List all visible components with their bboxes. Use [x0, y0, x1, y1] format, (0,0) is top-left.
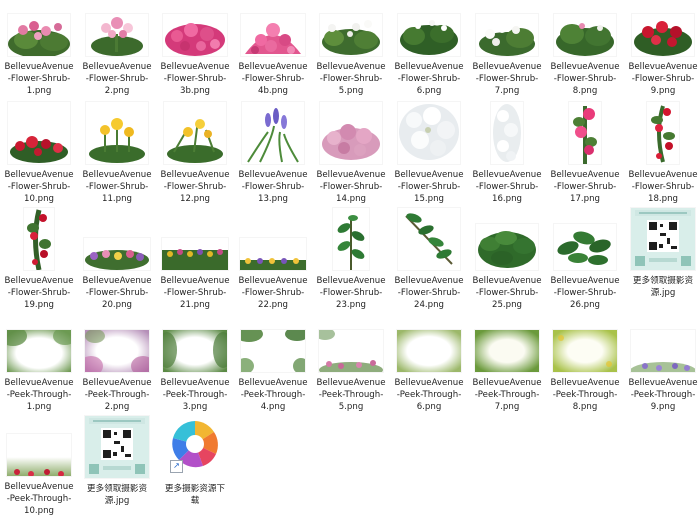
file-name: BellevueAvenue -Flower-Shrub- 19.png [4, 276, 74, 310]
file-name: BellevueAvenue -Peek-Through- 1.png [4, 378, 74, 412]
file-name: BellevueAvenue -Flower-Shrub- 14.png [316, 170, 386, 204]
peek-through-thumbnail [163, 330, 227, 372]
flower-shrub-thumbnail [632, 14, 694, 56]
peek-through-thumbnail [241, 330, 305, 372]
file-name: BellevueAvenue -Flower-Shrub- 26.png [550, 276, 620, 310]
file-name: BellevueAvenue -Flower-Shrub- 25.png [472, 276, 542, 310]
file-name: BellevueAvenue -Peek-Through- 7.png [472, 378, 542, 412]
flower-shrub-thumbnail [24, 208, 54, 270]
flower-shrub-thumbnail [647, 102, 679, 164]
flower-shrub-thumbnail [320, 102, 382, 164]
file-name: BellevueAvenue -Flower-Shrub- 23.png [316, 276, 386, 310]
peek-through-thumbnail [7, 330, 71, 372]
file-name: BellevueAvenue -Flower-Shrub- 17.png [550, 170, 620, 204]
file-name: BellevueAvenue -Flower-Shrub- 6.png [394, 62, 464, 96]
peek-through-thumbnail [553, 330, 617, 372]
file-name: BellevueAvenue -Flower-Shrub- 18.png [628, 170, 698, 204]
file-name: BellevueAvenue -Peek-Through- 5.png [316, 378, 386, 412]
file-name: BellevueAvenue -Flower-Shrub- 15.png [394, 170, 464, 204]
peek-through-thumbnail [631, 330, 695, 372]
file-name: BellevueAvenue -Flower-Shrub- 1.png [4, 62, 74, 96]
flower-shrub-thumbnail [162, 238, 228, 270]
file-explorer-view: BellevueAvenue -Flower-Shrub- 1.png Bell… [0, 0, 700, 520]
flower-shrub-thumbnail [398, 208, 460, 270]
flower-shrub-thumbnail [320, 14, 382, 56]
file-name: BellevueAvenue -Flower-Shrub- 2.png [82, 62, 152, 96]
flower-shrub-thumbnail [476, 14, 538, 56]
file-name: BellevueAvenue -Flower-Shrub- 4b.png [238, 62, 308, 96]
file-name: BellevueAvenue -Flower-Shrub- 13.png [238, 170, 308, 204]
flower-shrub-thumbnail [241, 14, 305, 56]
flower-shrub-thumbnail [8, 102, 70, 164]
flower-shrub-thumbnail [333, 208, 369, 270]
file-name: BellevueAvenue -Peek-Through- 9.png [628, 378, 698, 412]
file-name: 更多摄影资源下 载 [164, 484, 226, 506]
file-name: BellevueAvenue -Peek-Through- 6.png [394, 378, 464, 412]
peek-through-thumbnail [7, 434, 71, 476]
file-name: BellevueAvenue -Peek-Through- 2.png [82, 378, 152, 412]
file-name: BellevueAvenue -Flower-Shrub- 3b.png [160, 62, 230, 96]
flower-shrub-thumbnail [569, 102, 601, 164]
flower-shrub-thumbnail [164, 102, 226, 164]
flower-shrub-thumbnail [8, 14, 70, 56]
qr-code-thumbnail [631, 208, 695, 270]
flower-shrub-thumbnail [163, 14, 227, 56]
flower-shrub-thumbnail [242, 102, 304, 164]
flower-shrub-thumbnail [86, 102, 148, 164]
flower-shrub-thumbnail [554, 14, 616, 56]
file-name: BellevueAvenue -Flower-Shrub- 8.png [550, 62, 620, 96]
file-name: BellevueAvenue -Flower-Shrub- 22.png [238, 276, 308, 310]
flower-shrub-thumbnail [398, 102, 460, 164]
flower-shrub-thumbnail [554, 224, 616, 270]
flower-shrub-thumbnail [86, 14, 148, 56]
file-name: BellevueAvenue -Flower-Shrub- 16.png [472, 170, 542, 204]
file-name: 更多领取摄影资 源.jpg [632, 276, 694, 298]
flower-shrub-thumbnail [491, 102, 523, 164]
file-name: BellevueAvenue -Flower-Shrub- 20.png [82, 276, 152, 310]
file-name: BellevueAvenue -Flower-Shrub- 7.png [472, 62, 542, 96]
file-name: BellevueAvenue -Flower-Shrub- 24.png [394, 276, 464, 310]
peek-through-thumbnail [319, 330, 383, 372]
peek-through-thumbnail [475, 330, 539, 372]
flower-shrub-thumbnail [476, 224, 538, 270]
file-name: BellevueAvenue -Flower-Shrub- 9.png [628, 62, 698, 96]
peek-through-thumbnail [397, 330, 461, 372]
file-name: BellevueAvenue -Flower-Shrub- 11.png [82, 170, 152, 204]
peek-through-thumbnail [85, 330, 149, 372]
file-name: BellevueAvenue -Flower-Shrub- 10.png [4, 170, 74, 204]
file-name: 更多领取摄影资 源.jpg [86, 484, 148, 506]
file-name: BellevueAvenue -Peek-Through- 10.png [4, 482, 74, 516]
file-name: BellevueAvenue -Peek-Through- 4.png [238, 378, 308, 412]
shortcut-arrow-icon: ↗ [170, 460, 183, 473]
flower-shrub-thumbnail [398, 14, 460, 56]
flower-shrub-thumbnail [84, 238, 150, 270]
file-name: BellevueAvenue -Flower-Shrub- 5.png [316, 62, 386, 96]
file-name: BellevueAvenue -Peek-Through- 8.png [550, 378, 620, 412]
qr-code-thumbnail [85, 416, 149, 478]
flower-shrub-thumbnail [240, 238, 306, 270]
file-name: BellevueAvenue -Flower-Shrub- 12.png [160, 170, 230, 204]
file-name: BellevueAvenue -Flower-Shrub- 21.png [160, 276, 230, 310]
file-name: BellevueAvenue -Peek-Through- 3.png [160, 378, 230, 412]
